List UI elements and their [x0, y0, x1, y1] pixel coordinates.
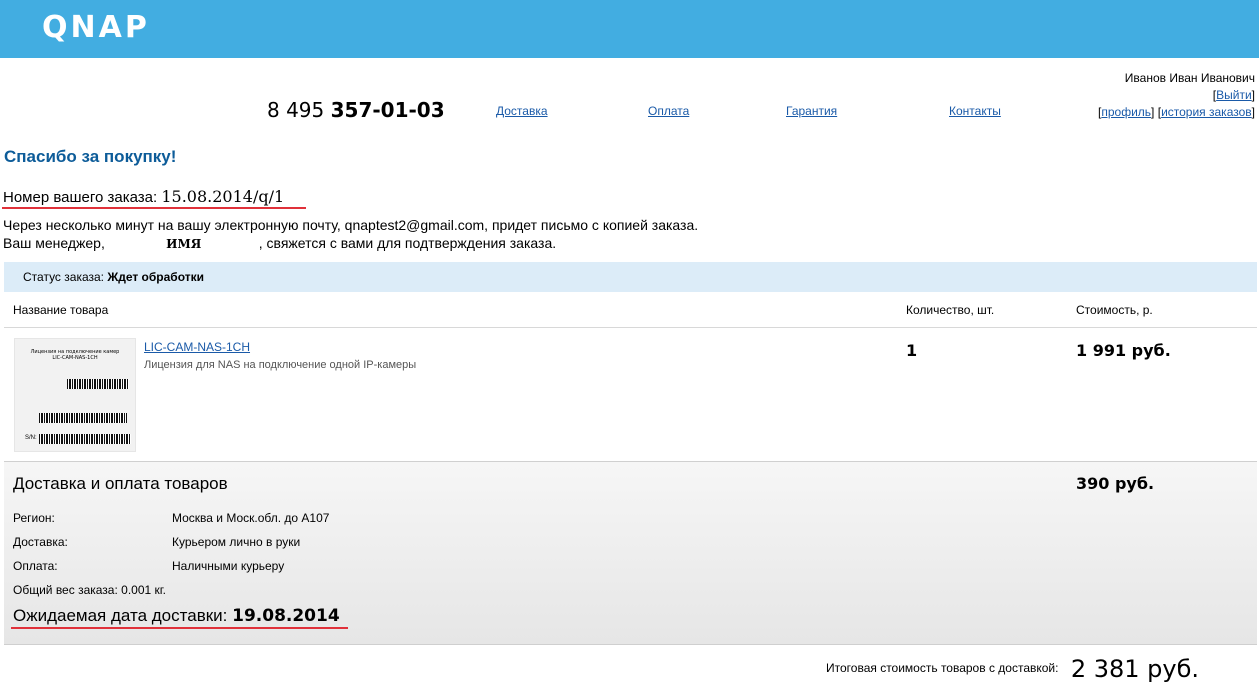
qnap-logo[interactable]: QNAP [42, 11, 150, 45]
status-label: Статус заказа: [23, 270, 105, 284]
serial-label: S/N: [25, 435, 37, 441]
column-price: Стоимость, р. [1076, 303, 1153, 317]
barcode-2 [39, 413, 127, 423]
header-bar: QNAP [0, 0, 1259, 58]
shipping-value: Курьером лично в руки [172, 535, 301, 549]
product-description: Лицензия для NAS на подключение одной IP… [144, 359, 417, 371]
delivery-section: Доставка и оплата товаров 390 руб. Регио… [4, 461, 1257, 645]
order-number-label: Номер вашего заказа: [3, 189, 158, 206]
order-weight: Общий вес заказа: 0.001 кг. [13, 583, 166, 597]
barcode-3 [39, 434, 131, 444]
payment-label: Оплата: [13, 559, 58, 573]
table-header: Название товара Количество, шт. Стоимост… [4, 293, 1257, 328]
region-label: Регион: [13, 511, 55, 525]
confirmation-message: Через несколько минут на вашу электронну… [3, 216, 698, 253]
product-image[interactable]: Лицензия на подключение камер LIC-CAM-NA… [14, 338, 136, 452]
order-number-value: 15.08.2014/q/1 [161, 187, 285, 206]
expected-delivery: Ожидаемая дата доставки: 19.08.2014 [13, 606, 340, 626]
user-name: Иванов Иван Иванович [1124, 71, 1255, 85]
nav-delivery[interactable]: Доставка [496, 104, 548, 118]
payment-value: Наличными курьеру [172, 559, 285, 573]
region-value: Москва и Моск.обл. до А107 [172, 511, 330, 525]
product-link[interactable]: LIC-CAM-NAS-1CH [144, 340, 250, 354]
barcode-1 [67, 379, 129, 389]
manager-prefix: Ваш менеджер, [3, 235, 105, 251]
table-row: Лицензия на подключение камер LIC-CAM-NA… [4, 328, 1257, 460]
manager-name: ИМЯ [166, 237, 202, 251]
delivery-title: Доставка и оплата товаров [13, 474, 228, 493]
order-number: Номер вашего заказа: 15.08.2014/q/1 [3, 187, 284, 208]
profile-link[interactable]: профиль [1101, 105, 1151, 119]
order-total: Итоговая стоимость товаров с доставкой: … [826, 653, 1199, 684]
manager-suffix: , свяжется с вами для подтверждения зака… [258, 235, 557, 251]
eta-underline [11, 627, 348, 629]
nav-warranty[interactable]: Гарантия [786, 104, 837, 118]
order-status-bar: Статус заказа: Ждет обработки [4, 262, 1257, 292]
product-price: 1 991 руб. [1076, 341, 1171, 360]
logout-link[interactable]: Выйти [1216, 88, 1252, 102]
column-product: Название товара [13, 303, 109, 317]
user-box: Иванов Иван Иванович [Выйти] [профиль] [… [1098, 71, 1255, 119]
status-value: Ждет обработки [107, 270, 204, 284]
nav-payment[interactable]: Оплата [648, 104, 689, 118]
phone-number: 8 495 357-01-03 [267, 98, 445, 122]
image-caption-2: LIC-CAM-NAS-1CH [52, 355, 98, 361]
order-history-link[interactable]: история заказов [1161, 105, 1252, 119]
total-label: Итоговая стоимость товаров с доставкой: [826, 661, 1059, 675]
total-amount: 2 381 руб. [1070, 654, 1200, 683]
shipping-label: Доставка: [13, 535, 68, 549]
nav-contacts[interactable]: Контакты [949, 104, 1001, 118]
delivery-price: 390 руб. [1076, 474, 1155, 493]
order-underline [2, 207, 306, 209]
eta-date: 19.08.2014 [232, 606, 340, 626]
email-notice: Через несколько минут на вашу электронну… [3, 217, 699, 233]
page-title: Спасибо за покупку! [4, 147, 177, 166]
column-quantity: Количество, шт. [906, 303, 995, 317]
eta-label: Ожидаемая дата доставки: [13, 606, 228, 625]
product-quantity: 1 [906, 341, 918, 360]
